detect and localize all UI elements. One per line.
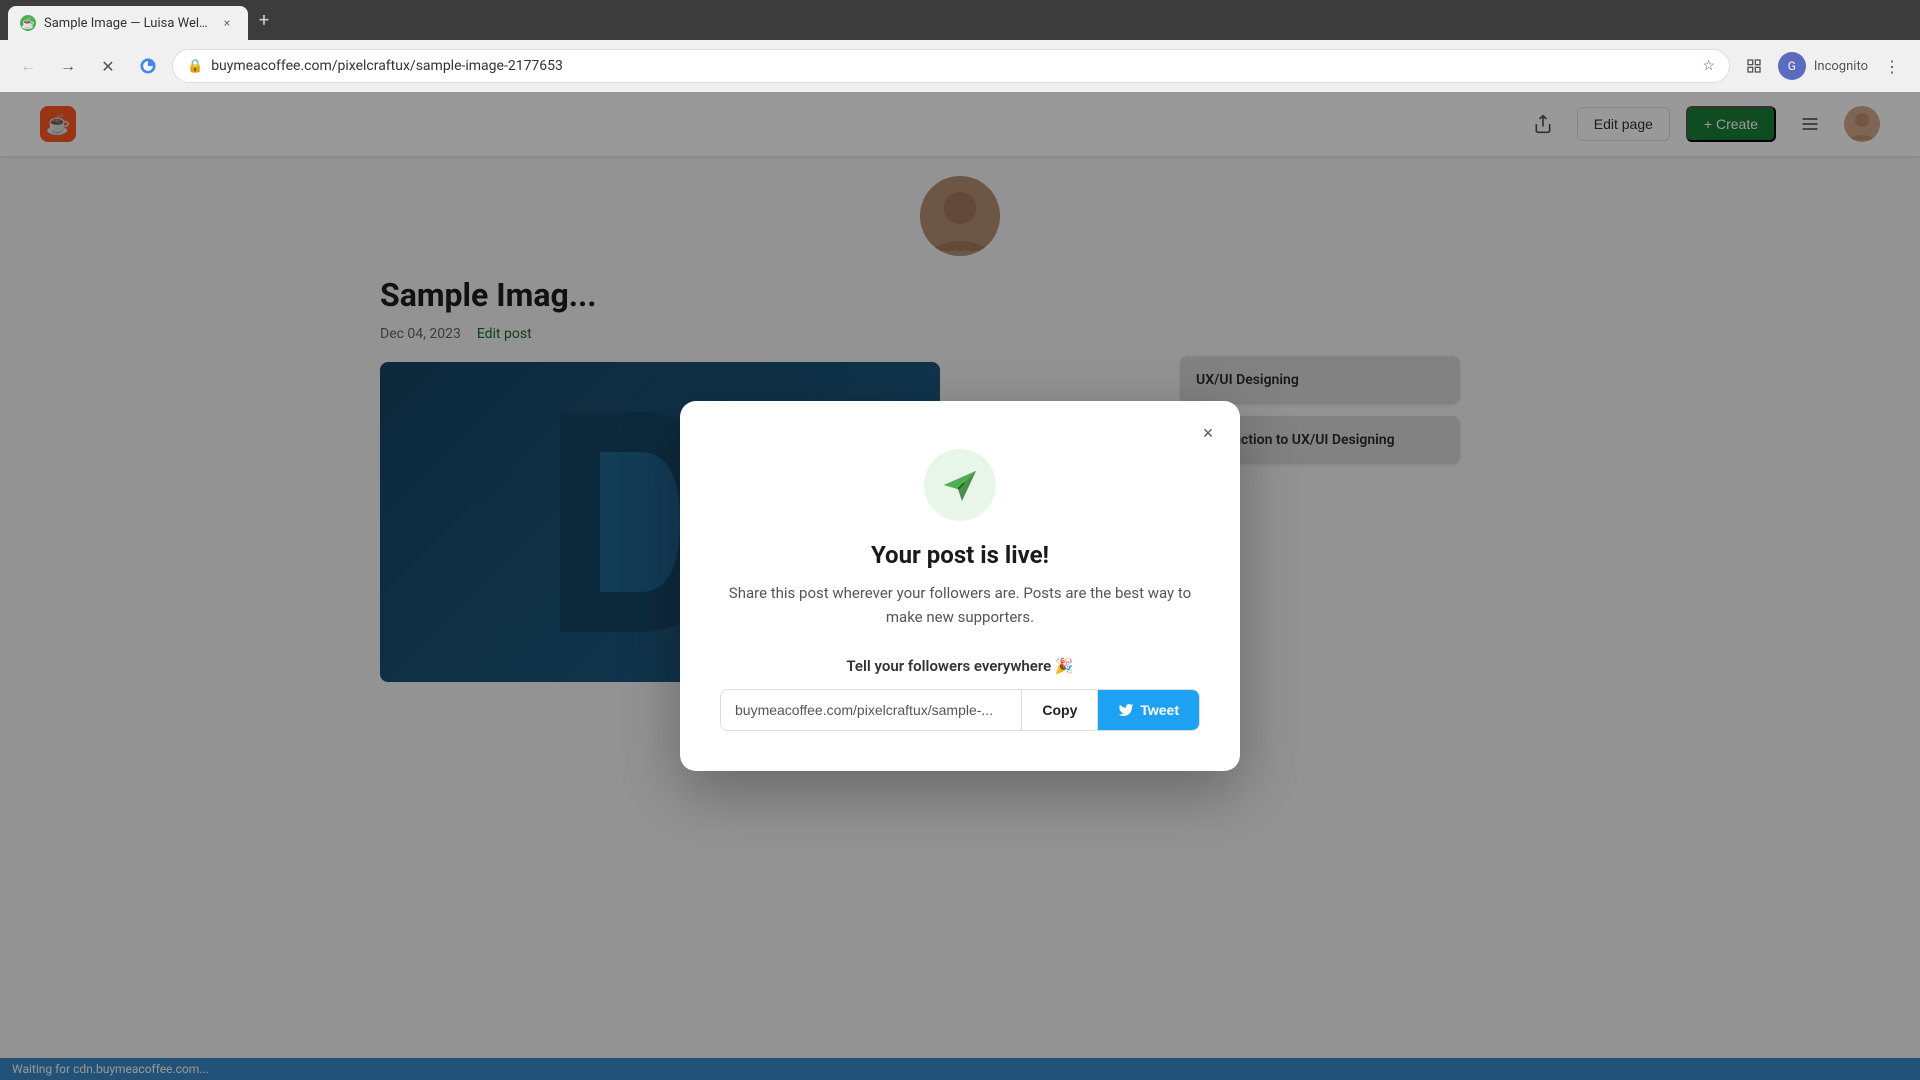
modal-title: Your post is live!	[871, 541, 1049, 569]
nav-bar: ← → ✕ 🔒 buymeacoffee.com/pixelcraftux/sa…	[0, 40, 1920, 92]
tab-close-button[interactable]: ×	[218, 14, 236, 32]
lock-icon: 🔒	[187, 59, 203, 74]
tweet-label: Tweet	[1140, 702, 1179, 718]
back-button[interactable]: ←	[12, 50, 44, 82]
nav-right-actions: G Incognito ⋮	[1738, 50, 1908, 82]
share-row: Copy Tweet	[720, 689, 1200, 731]
browser-menu-button[interactable]: ⋮	[1876, 50, 1908, 82]
tab-bar: ☕ Sample Image — Luisa Welch × +	[0, 0, 1920, 40]
profile-button[interactable]: G	[1778, 52, 1806, 80]
google-apps-button[interactable]	[132, 50, 164, 82]
extensions-button[interactable]	[1738, 50, 1770, 82]
share-modal: × Your post is live! Share this post whe…	[680, 401, 1240, 771]
tab-title: Sample Image — Luisa Welch	[44, 16, 210, 31]
address-bar[interactable]: 🔒 buymeacoffee.com/pixelcraftux/sample-i…	[172, 49, 1730, 83]
browser-chrome: ☕ Sample Image — Luisa Welch × + ← → ✕ 🔒…	[0, 0, 1920, 92]
modal-icon-circle	[924, 449, 996, 521]
address-text: buymeacoffee.com/pixelcraftux/sample-ima…	[211, 58, 1694, 74]
tweet-button[interactable]: Tweet	[1097, 690, 1199, 730]
tab-favicon: ☕	[20, 15, 36, 31]
share-url-input[interactable]	[721, 690, 1021, 730]
reload-button[interactable]: ✕	[92, 50, 124, 82]
modal-overlay[interactable]: × Your post is live! Share this post whe…	[0, 92, 1920, 1080]
modal-section-title: Tell your followers everywhere 🎉	[720, 657, 1200, 675]
forward-button[interactable]: →	[52, 50, 84, 82]
incognito-label: Incognito	[1814, 59, 1868, 74]
modal-subtitle: Share this post wherever your followers …	[720, 581, 1200, 629]
page-content: ☕ Edit page + Create	[0, 92, 1920, 1080]
copy-button[interactable]: Copy	[1021, 690, 1097, 730]
new-tab-button[interactable]: +	[250, 6, 278, 34]
modal-close-button[interactable]: ×	[1192, 417, 1224, 449]
bookmark-icon[interactable]: ☆	[1702, 58, 1715, 74]
active-tab[interactable]: ☕ Sample Image — Luisa Welch ×	[8, 6, 248, 40]
